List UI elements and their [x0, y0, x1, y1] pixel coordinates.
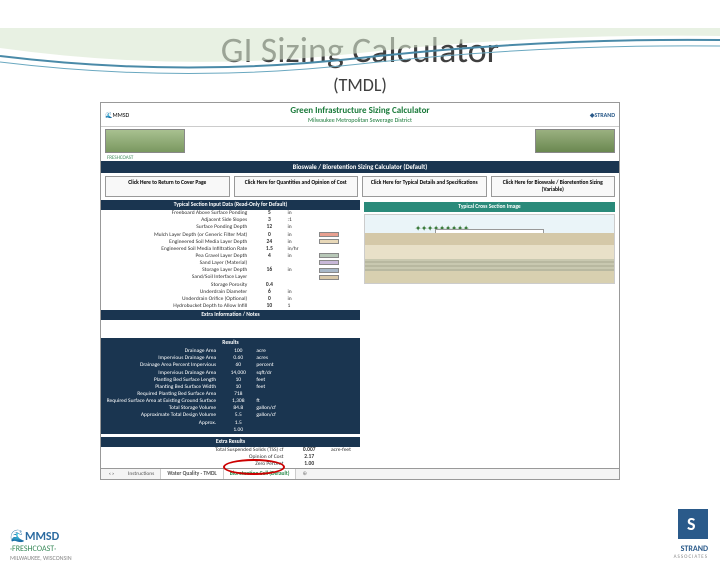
results-row: Planting Bed Surface Length10feet: [101, 377, 360, 384]
results-row: Impervious Drainage Area0.60acres: [101, 355, 360, 362]
strand-logo-icon: [678, 509, 708, 539]
nav-quantities-cost[interactable]: Click Here for Quantities and Opinion of…: [234, 176, 359, 197]
results-bar: Results: [101, 338, 360, 348]
results-row: Total Storage Volume84.8gallon/cf: [101, 405, 360, 412]
results-row: Required Planting Bed Surface Area718: [101, 391, 360, 398]
input-row: Sand/Soil Interface Layer: [101, 274, 360, 281]
extra-results-row: Total Suspended Solids (TSS) cf0.007acre…: [101, 447, 412, 454]
extra-info-bar: Extra Information / Notes: [101, 310, 360, 320]
photo-left: [105, 129, 185, 153]
sheet-subtitle: Milwaukee Metropolitan Sewerage District: [155, 116, 565, 124]
extra-results-row: Zero Percent1.00: [101, 461, 412, 468]
results-row: Planting Bed Surface Width10feet: [101, 384, 360, 391]
sheet-title: Green Infrastructure Sizing Calculator: [155, 105, 565, 116]
input-row: Storage Porosity0.4: [101, 282, 360, 289]
xsection-bar: Typical Cross Section Image: [364, 202, 615, 212]
results-row: Drainage Area100acre: [101, 348, 360, 355]
footer-left-logos: 🌊MMSD ·FRESHCOAST· MILWAUKEE, WISCONSIN: [10, 529, 72, 562]
spreadsheet-screenshot: 🌊MMSD Green Infrastructure Sizing Calcul…: [100, 102, 620, 480]
results-row: 1.00: [101, 427, 360, 434]
input-row: Adjacent Side Slopes3:1: [101, 217, 360, 224]
results-row: Approx.1.5: [101, 420, 360, 427]
calculator-title-bar: Bioswale / Bioretention Sizing Calculato…: [101, 161, 619, 173]
tab-water-quality[interactable]: Water Quality - TMDL: [161, 469, 223, 479]
nav-variable-sizing[interactable]: Click Here for Bioswale / Bioretention S…: [491, 176, 616, 197]
mmsd-logo: 🌊MMSD: [105, 111, 155, 119]
nav-button-row: Click Here to Return to Cover Page Click…: [101, 173, 619, 200]
results-row: Approximate Total Design Volume5.5gallon…: [101, 412, 360, 419]
cross-section-diagram: ✦✦✦✦✦✦✦✦✦: [364, 214, 615, 284]
strand-logo: ◆STRAND: [565, 111, 615, 119]
sheet-tabs: ‹ › Instructions Water Quality - TMDL Bi…: [101, 468, 619, 479]
photo-row: [101, 127, 619, 155]
tab-add[interactable]: ⊕: [296, 469, 313, 479]
input-row: Underdrain Diameter6in: [101, 289, 360, 296]
input-row: Storage Layer Depth16in: [101, 267, 360, 274]
photo-right: [535, 129, 615, 153]
nav-typical-details[interactable]: Click Here for Typical Details and Speci…: [362, 176, 487, 197]
decorative-swoosh: [0, 28, 720, 88]
results-row: Drainage Area Percent Impervious60percen…: [101, 362, 360, 369]
footer-right-logo: STRAND ASSOCIATES: [674, 509, 708, 560]
results-row: Impervious Drainage Area14,000sqft/dr: [101, 370, 360, 377]
extra-results-row: Opinion of Cost2.17: [101, 454, 412, 461]
input-row: Engineered Soil Media Layer Depth24in: [101, 239, 360, 246]
tab-instructions[interactable]: Instructions: [122, 469, 161, 479]
input-row: Mulch Layer Depth (or Generic Filter Mat…: [101, 232, 360, 239]
input-row: Sand Layer (Material): [101, 260, 360, 267]
input-row: Freeboard Above Surface Ponding5in: [101, 210, 360, 217]
input-row: Hydrobucket Depth to Allow Infill101: [101, 303, 360, 310]
input-row: Surface Ponding Depth12in: [101, 224, 360, 231]
input-row: Engineered Soil Media Infiltration Rate1…: [101, 246, 360, 253]
input-section-bar: Typical Section Input Data (Read-Only fo…: [101, 200, 360, 210]
tab-bioretention[interactable]: Bioretention Cell (Default): [224, 469, 297, 479]
results-row: Required Surface Area at Existing Ground…: [101, 398, 360, 405]
extra-results-bar: Extra Results: [101, 437, 360, 447]
input-row: Underdrain Orifice (Optional)0in: [101, 296, 360, 303]
nav-return-cover[interactable]: Click Here to Return to Cover Page: [105, 176, 230, 197]
sheet-header: 🌊MMSD Green Infrastructure Sizing Calcul…: [101, 103, 619, 127]
